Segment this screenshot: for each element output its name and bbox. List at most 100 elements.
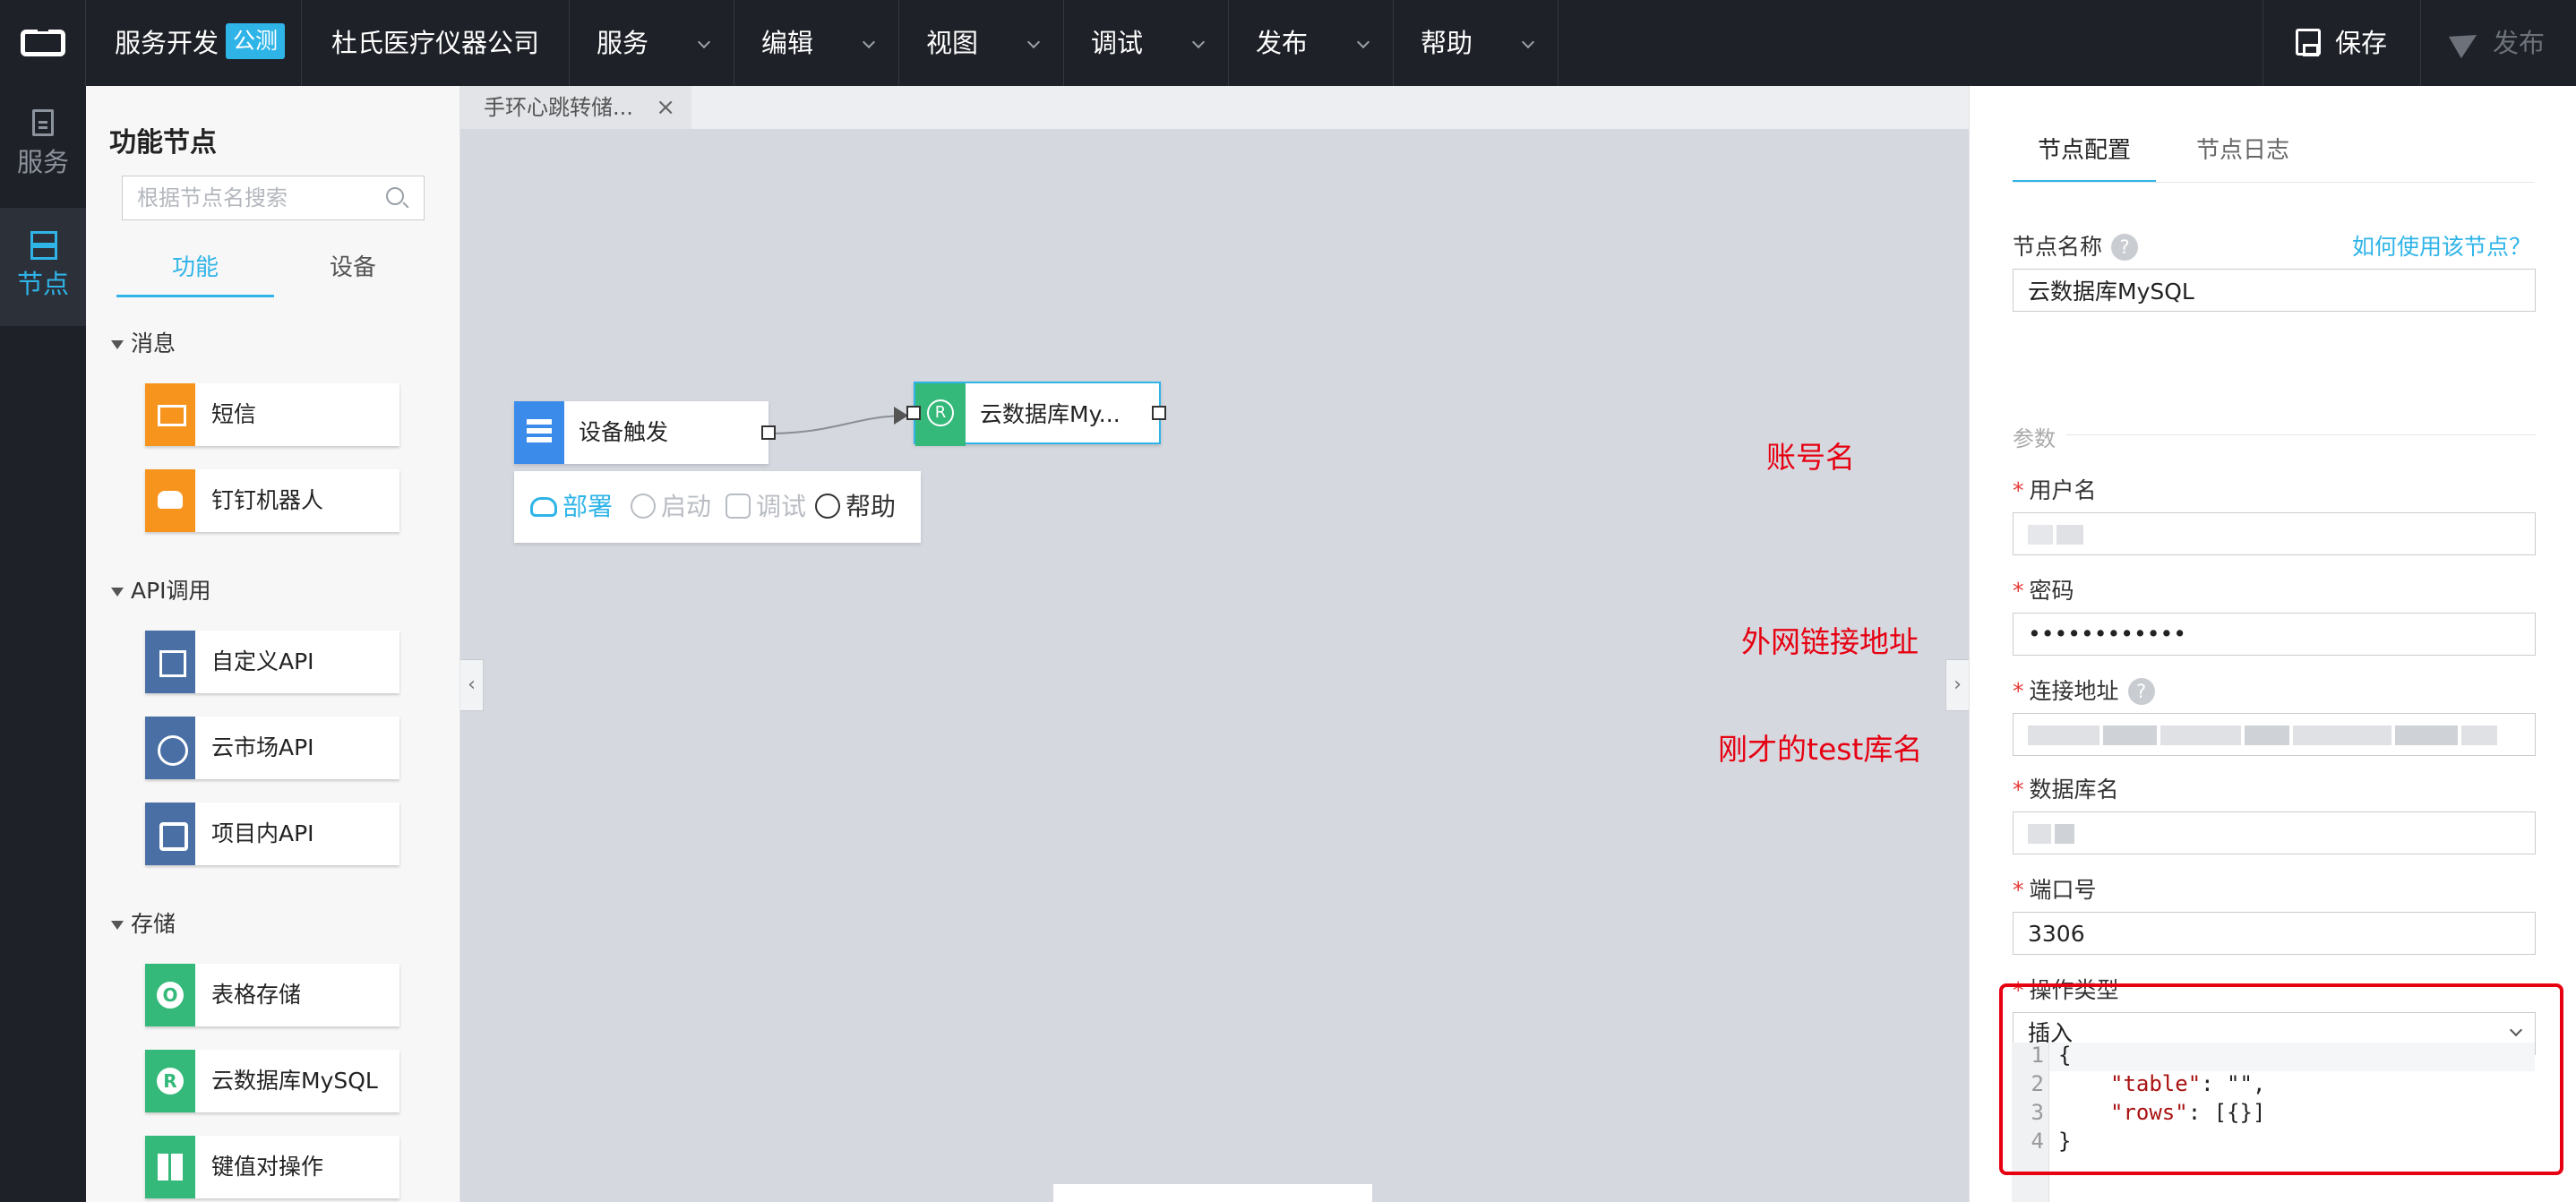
publish-label: 发布 bbox=[2493, 28, 2546, 58]
panel-title: 功能节点 bbox=[109, 127, 217, 159]
top-bar: 服务开发 公测 杜氏医疗仪器公司 服务 编辑 视图 调试 发布 帮助 保存 发布 bbox=[0, 0, 2576, 86]
deploy-button[interactable]: 部署 bbox=[530, 471, 613, 543]
save-button[interactable]: 保存 bbox=[2263, 0, 2420, 86]
input-port[interactable] bbox=[906, 406, 921, 420]
node-card-project-api[interactable]: 项目内API bbox=[145, 803, 399, 865]
address-field[interactable] bbox=[2013, 713, 2536, 756]
flow-node-label: 云数据库My... bbox=[980, 401, 1121, 427]
chevron-down-icon bbox=[1026, 35, 1041, 49]
flow-canvas[interactable]: 手环心跳转储... × ‹ › 设备触发 R 云数据库My... 部署 启动 调… bbox=[460, 86, 1969, 1202]
search-input[interactable] bbox=[123, 176, 382, 219]
how-to-use-link[interactable]: 如何使用该节点？ bbox=[2352, 229, 2531, 262]
database-icon: R bbox=[915, 383, 966, 446]
node-card-sms[interactable]: 短信 bbox=[145, 383, 399, 446]
port-input[interactable] bbox=[2028, 913, 2535, 954]
node-card-market-api[interactable]: 云市场API bbox=[145, 717, 399, 779]
help-button[interactable]: 帮助 bbox=[815, 471, 896, 543]
output-port[interactable] bbox=[1152, 406, 1166, 420]
node-action-toolbar: 部署 启动 调试 帮助 bbox=[514, 471, 921, 543]
menu-help[interactable]: 帮助 bbox=[1394, 0, 1558, 86]
cloud-logo[interactable] bbox=[0, 0, 86, 86]
tab-device[interactable]: 设备 bbox=[274, 245, 432, 297]
send-icon bbox=[2448, 23, 2484, 59]
node-name-input[interactable] bbox=[2028, 270, 2535, 311]
password-value: •••••••••••• bbox=[2028, 621, 2186, 647]
redacted-text bbox=[2103, 725, 2157, 745]
node-card-label: 钉钉机器人 bbox=[211, 487, 324, 513]
search-box bbox=[122, 176, 425, 220]
node-card-dingtalk-bot[interactable]: 钉钉机器人 bbox=[145, 469, 399, 532]
beta-badge: 公测 bbox=[226, 23, 286, 59]
menu-label: 发布 bbox=[1256, 28, 1309, 58]
menu-label: 调试 bbox=[1091, 28, 1144, 58]
divider bbox=[2066, 434, 2536, 435]
node-name-field[interactable] bbox=[2013, 269, 2536, 312]
password-label: * 密码 bbox=[2013, 578, 2074, 604]
help-label: 帮助 bbox=[846, 492, 897, 521]
menu-edit[interactable]: 编辑 bbox=[734, 0, 899, 86]
menu-label: 编辑 bbox=[761, 28, 814, 58]
dbname-label: * 数据库名 bbox=[2013, 777, 2119, 803]
redacted-text bbox=[2028, 824, 2051, 844]
rail-item-services[interactable]: 服务 bbox=[0, 86, 86, 204]
group-api[interactable]: API调用 bbox=[111, 573, 211, 605]
table-store-icon bbox=[145, 964, 195, 1026]
project-icon bbox=[145, 803, 195, 865]
save-label: 保存 bbox=[2335, 28, 2388, 58]
username-label: * 用户名 bbox=[2013, 477, 2097, 503]
node-card-table-store[interactable]: 表格存储 bbox=[145, 964, 399, 1026]
menu-debug[interactable]: 调试 bbox=[1064, 0, 1229, 86]
flow-node-mysql[interactable]: R 云数据库My... bbox=[906, 382, 1166, 446]
start-button[interactable]: 启动 bbox=[631, 471, 711, 543]
node-card-label: 云市场API bbox=[211, 734, 314, 760]
function-node-panel: 功能节点 功能 设备 消息 短信 钉钉机器人 API调用 自定义API 云市场A… bbox=[86, 86, 460, 1202]
flow-node-device-trigger[interactable]: 设备触发 bbox=[514, 401, 776, 464]
database-icon bbox=[145, 1050, 195, 1112]
group-title: 消息 bbox=[131, 331, 176, 356]
app-title: 服务开发 bbox=[115, 28, 219, 58]
chevron-down-icon bbox=[1356, 35, 1370, 49]
tab-node-log[interactable]: 节点日志 bbox=[2185, 131, 2301, 183]
node-card-kv[interactable]: 键值对操作 bbox=[145, 1136, 399, 1198]
menu-view[interactable]: 视图 bbox=[899, 0, 1064, 86]
canvas-zoom-toolbar[interactable] bbox=[1053, 1184, 1372, 1202]
caret-down-icon bbox=[111, 588, 124, 597]
help-question-icon[interactable]: ? bbox=[2127, 678, 2155, 705]
menu-publish[interactable]: 发布 bbox=[1229, 0, 1394, 86]
group-messages[interactable]: 消息 bbox=[111, 326, 176, 358]
dbname-field[interactable] bbox=[2013, 811, 2536, 854]
port-label: * 端口号 bbox=[2013, 877, 2097, 903]
username-field[interactable] bbox=[2013, 512, 2536, 555]
chevron-down-icon bbox=[1521, 35, 1535, 49]
node-card-mysql[interactable]: 云数据库MySQL bbox=[145, 1050, 399, 1112]
company-name[interactable]: 杜氏医疗仪器公司 bbox=[301, 0, 570, 86]
help-question-icon[interactable]: ? bbox=[2111, 234, 2139, 261]
tab-node-config[interactable]: 节点配置 bbox=[2013, 131, 2156, 183]
publish-button[interactable]: 发布 bbox=[2420, 0, 2576, 86]
node-card-custom-api[interactable]: 自定义API bbox=[145, 631, 399, 693]
chevron-down-icon bbox=[1191, 35, 1206, 49]
password-field[interactable]: •••••••••••• bbox=[2013, 613, 2536, 656]
node-name-label: 节点名称? bbox=[2013, 229, 2139, 262]
group-title: 存储 bbox=[131, 911, 176, 937]
flow-node-label: 设备触发 bbox=[579, 419, 669, 445]
group-storage[interactable]: 存储 bbox=[111, 906, 176, 939]
output-port[interactable] bbox=[761, 425, 776, 440]
envelope-icon bbox=[145, 383, 195, 446]
market-icon bbox=[145, 717, 195, 779]
node-card-label: 表格存储 bbox=[211, 982, 302, 1008]
node-card-label: 云数据库MySQL bbox=[211, 1068, 378, 1094]
api-icon bbox=[145, 631, 195, 693]
search-icon[interactable] bbox=[386, 187, 404, 205]
key-value-icon bbox=[145, 1136, 195, 1198]
port-field[interactable] bbox=[2013, 912, 2536, 955]
chevron-down-icon bbox=[862, 35, 876, 49]
debug-button[interactable]: 调试 bbox=[726, 471, 806, 543]
question-icon bbox=[815, 494, 840, 519]
tab-function[interactable]: 功能 bbox=[116, 245, 274, 297]
rail-item-nodes[interactable]: 节点 bbox=[0, 208, 86, 326]
rail-label: 节点 bbox=[16, 269, 69, 299]
bug-icon bbox=[726, 494, 751, 519]
node-card-label: 短信 bbox=[211, 401, 257, 427]
menu-service[interactable]: 服务 bbox=[570, 0, 734, 86]
